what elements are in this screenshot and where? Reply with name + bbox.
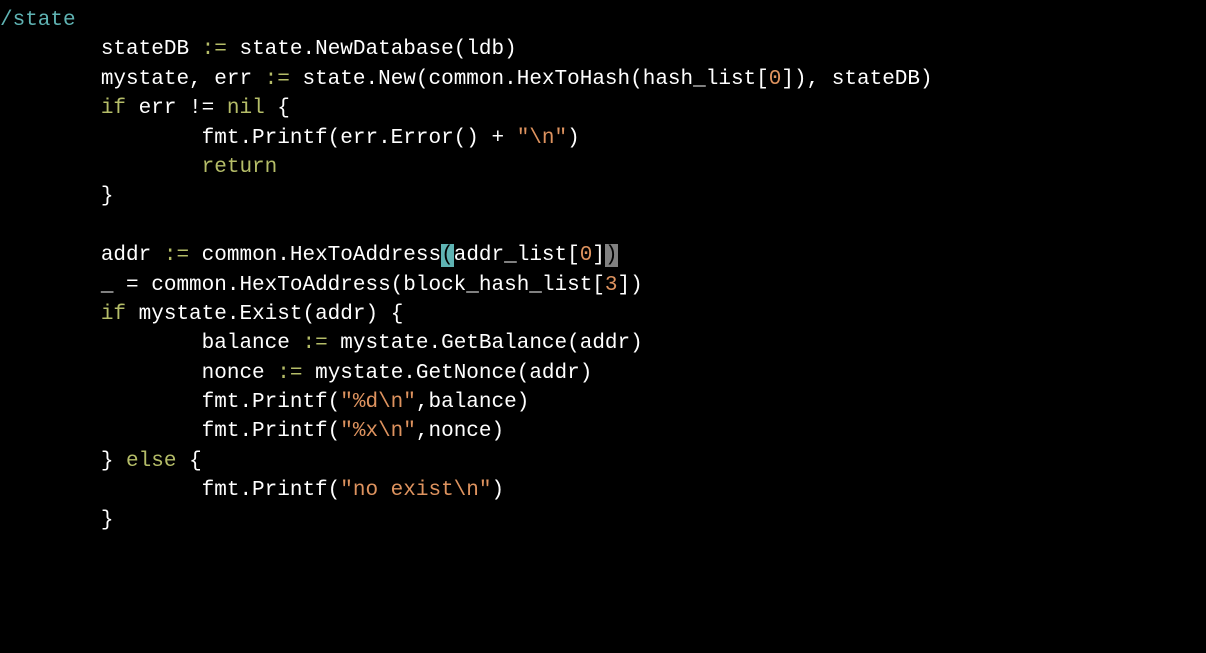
- code-line: mystate, err := state.New(common.HexToHa…: [0, 65, 1206, 94]
- code-line: balance := mystate.GetBalance(addr): [0, 329, 1206, 358]
- code-line: } else {: [0, 447, 1206, 476]
- status-line: /state: [0, 6, 1206, 35]
- code-line: if err != nil {: [0, 94, 1206, 123]
- cursor-close-paren: ): [605, 244, 618, 267]
- code-line: nonce := mystate.GetNonce(addr): [0, 359, 1206, 388]
- code-editor[interactable]: /state stateDB := state.NewDatabase(ldb)…: [0, 6, 1206, 535]
- code-line: fmt.Printf("%d\n",balance): [0, 388, 1206, 417]
- code-line: return: [0, 153, 1206, 182]
- code-line: [0, 212, 1206, 241]
- code-line: }: [0, 506, 1206, 535]
- cursor-open-paren: (: [441, 244, 454, 267]
- code-line: if mystate.Exist(addr) {: [0, 300, 1206, 329]
- code-line: fmt.Printf("%x\n",nonce): [0, 417, 1206, 446]
- code-line: fmt.Printf(err.Error() + "\n"): [0, 124, 1206, 153]
- code-line: _ = common.HexToAddress(block_hash_list[…: [0, 271, 1206, 300]
- code-line: fmt.Printf("no exist\n"): [0, 476, 1206, 505]
- code-line: addr := common.HexToAddress(addr_list[0]…: [0, 241, 1206, 270]
- code-line: }: [0, 182, 1206, 211]
- code-line: stateDB := state.NewDatabase(ldb): [0, 35, 1206, 64]
